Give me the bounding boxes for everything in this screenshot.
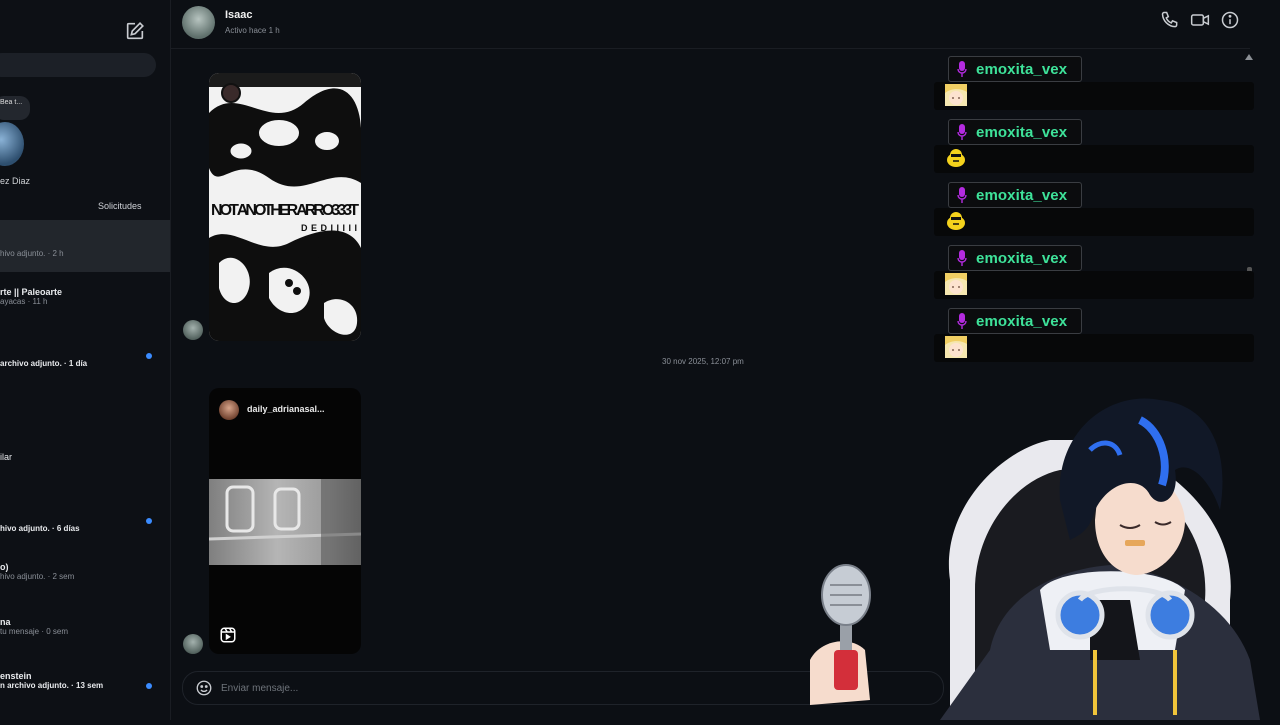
conversation-name: enstein [0,671,32,681]
message-body [934,145,1254,173]
stream-chat-message: emoxita_vex [934,56,1254,110]
conversation-preview: tu mensaje · 0 sem [0,627,69,636]
conversation-item[interactable]: na tu mensaje · 0 sem [0,617,160,636]
microphone-badge-icon [957,313,967,329]
stream-chat-message: emoxita_vex [934,308,1254,362]
chat-username: emoxita_vex [976,187,1068,204]
post-artwork: NOT ANOTHER ARRO333T DEDIIIII [209,73,361,341]
video-camera-icon[interactable] [1190,10,1210,30]
reel-thumbnail [209,479,361,565]
emoji-icon[interactable] [195,679,213,697]
conversation-item-active[interactable] [0,220,170,272]
unread-dot [146,353,152,359]
reel-author-avatar [219,400,239,420]
blonde-face-emote [945,273,967,295]
conversation-item[interactable]: hivo adjunto. · 6 días [0,524,160,533]
stream-chat-message: emoxita_vex [934,119,1254,173]
message-body [934,82,1254,110]
message-input[interactable] [221,680,621,696]
conversation-preview: hivo adjunto. · 2 h [0,249,64,258]
story-name: ez Diaz [0,176,31,186]
conversation-preview: n archivo adjunto. · 13 sem [0,681,104,690]
compose-icon[interactable] [124,20,146,42]
unread-dot [146,518,152,524]
shared-post-card[interactable]: NOT ANOTHER ARRO333T DEDIIIII [209,73,361,341]
conversation-preview: hivo adjunto. · 2 sem [0,572,75,581]
yellow-duck-emote [947,149,965,167]
blonde-face-emote [945,336,967,358]
reel-author-name: daily_adrianasal... [247,404,325,414]
blonde-face-emote [945,84,967,106]
username-tag: emoxita_vex [948,308,1082,334]
conversation-preview: ayacas · 11 h [0,297,48,306]
conversation-name: na [0,617,11,627]
chat-username: emoxita_vex [976,313,1068,330]
contact-avatar[interactable] [182,6,215,39]
story-note-bubble: Bea t... [0,96,30,120]
chat-username: emoxita_vex [976,61,1068,78]
conversation-item[interactable]: ilar [0,452,160,462]
contact-name[interactable]: Isaac [225,9,253,21]
message-body [934,271,1254,299]
requests-link[interactable]: Solicitudes [98,201,142,211]
reel-icon [219,626,237,644]
username-tag: emoxita_vex [948,245,1082,271]
conversation-item[interactable]: hivo adjunto. · 2 h [0,249,160,258]
stream-chat-message: emoxita_vex [934,245,1254,299]
chat-username: emoxita_vex [976,124,1068,141]
username-tag: emoxita_vex [948,119,1082,145]
microphone-badge-icon [957,124,967,140]
conversation-preview: hivo adjunto. · 6 días [0,524,80,533]
username-tag: emoxita_vex [948,56,1082,82]
username-tag: emoxita_vex [948,182,1082,208]
chat-username: emoxita_vex [976,250,1068,267]
conversation-sidebar: Bea t... ez Diaz Solicitudes hivo adjunt… [0,0,171,720]
stream-chat-message: emoxita_vex [934,182,1254,236]
story-avatar[interactable] [0,122,24,166]
sender-avatar[interactable] [183,634,203,654]
microphone-badge-icon [957,250,967,266]
unread-dot [146,683,152,689]
conversation-preview: archivo adjunto. · 1 día [0,359,88,368]
conversation-item[interactable]: o) hivo adjunto. · 2 sem [0,562,160,581]
shared-reel-card[interactable]: daily_adrianasal... [209,388,361,654]
microphone-badge-icon [957,187,967,203]
microphone-badge-icon [957,61,967,77]
conversation-name: ilar [0,452,13,462]
post-banner-text: NOT ANOTHER ARRO333T [211,202,359,219]
contact-status: Activo hace 1 h [225,26,280,35]
conversation-name: o) [0,562,9,572]
conversation-item[interactable]: enstein n archivo adjunto. · 13 sem [0,671,160,690]
phone-icon[interactable] [1160,10,1180,30]
chat-header: Isaac Activo hace 1 h [170,0,1250,49]
yellow-duck-emote [947,212,965,230]
conversation-item[interactable]: archivo adjunto. · 1 día [0,359,160,368]
conversation-item[interactable]: rte || Paleoarte ayacas · 11 h [0,287,160,306]
message-body [934,334,1254,362]
message-body [934,208,1254,236]
vtuber-avatar [790,360,1280,720]
conversation-name: rte || Paleoarte [0,287,63,297]
sender-avatar[interactable] [183,320,203,340]
sidebar-search[interactable] [0,53,156,77]
info-icon[interactable] [1220,10,1240,30]
message-timestamp: 30 nov 2025, 12:07 pm [662,357,744,366]
